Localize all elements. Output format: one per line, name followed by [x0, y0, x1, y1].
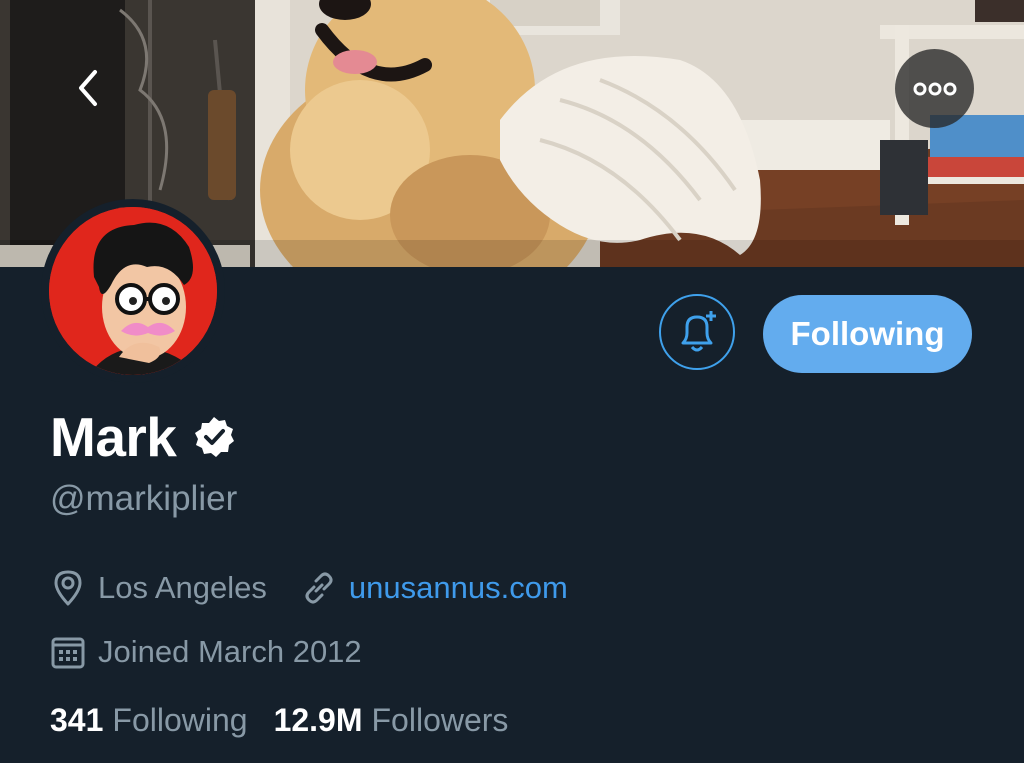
following-count: 341: [50, 702, 104, 738]
follow-stats: 341 Following 12.9M Followers: [50, 702, 508, 739]
joined-row: Joined March 2012: [50, 630, 362, 674]
calendar-icon: [50, 632, 86, 672]
website-link-text[interactable]: unusannus.com: [349, 570, 568, 606]
bell-plus-icon: [681, 311, 716, 352]
followers-label: Followers: [371, 702, 509, 738]
profile-meta-row: Los Angeles unusannus.com: [50, 566, 568, 610]
back-button[interactable]: [58, 58, 118, 118]
verified-badge-icon: [192, 415, 236, 459]
link-icon: [301, 568, 337, 608]
more-dots-icon: [913, 82, 956, 95]
display-name: Mark: [50, 406, 177, 468]
notifications-button[interactable]: [659, 294, 735, 370]
avatar[interactable]: [41, 199, 225, 383]
following-label: Following: [112, 702, 248, 738]
followers-stat[interactable]: 12.9M Followers: [274, 702, 509, 739]
following-button[interactable]: Following: [763, 295, 972, 373]
username-handle: @markiplier: [50, 479, 238, 518]
name-row: Mark: [50, 404, 236, 470]
following-stat[interactable]: 341 Following: [50, 702, 248, 739]
joined-date-text: Joined March 2012: [98, 634, 362, 669]
avatar-image: [49, 207, 217, 375]
more-options-button[interactable]: [895, 49, 974, 128]
website-link[interactable]: unusannus.com: [301, 568, 568, 608]
map-pin-icon: [50, 568, 86, 608]
followers-count: 12.9M: [273, 702, 363, 738]
profile-page: Following Mark @markiplier Los Angeles u…: [0, 0, 1024, 763]
location-text: Los Angeles: [98, 570, 267, 605]
chevron-left-icon: [79, 70, 97, 106]
